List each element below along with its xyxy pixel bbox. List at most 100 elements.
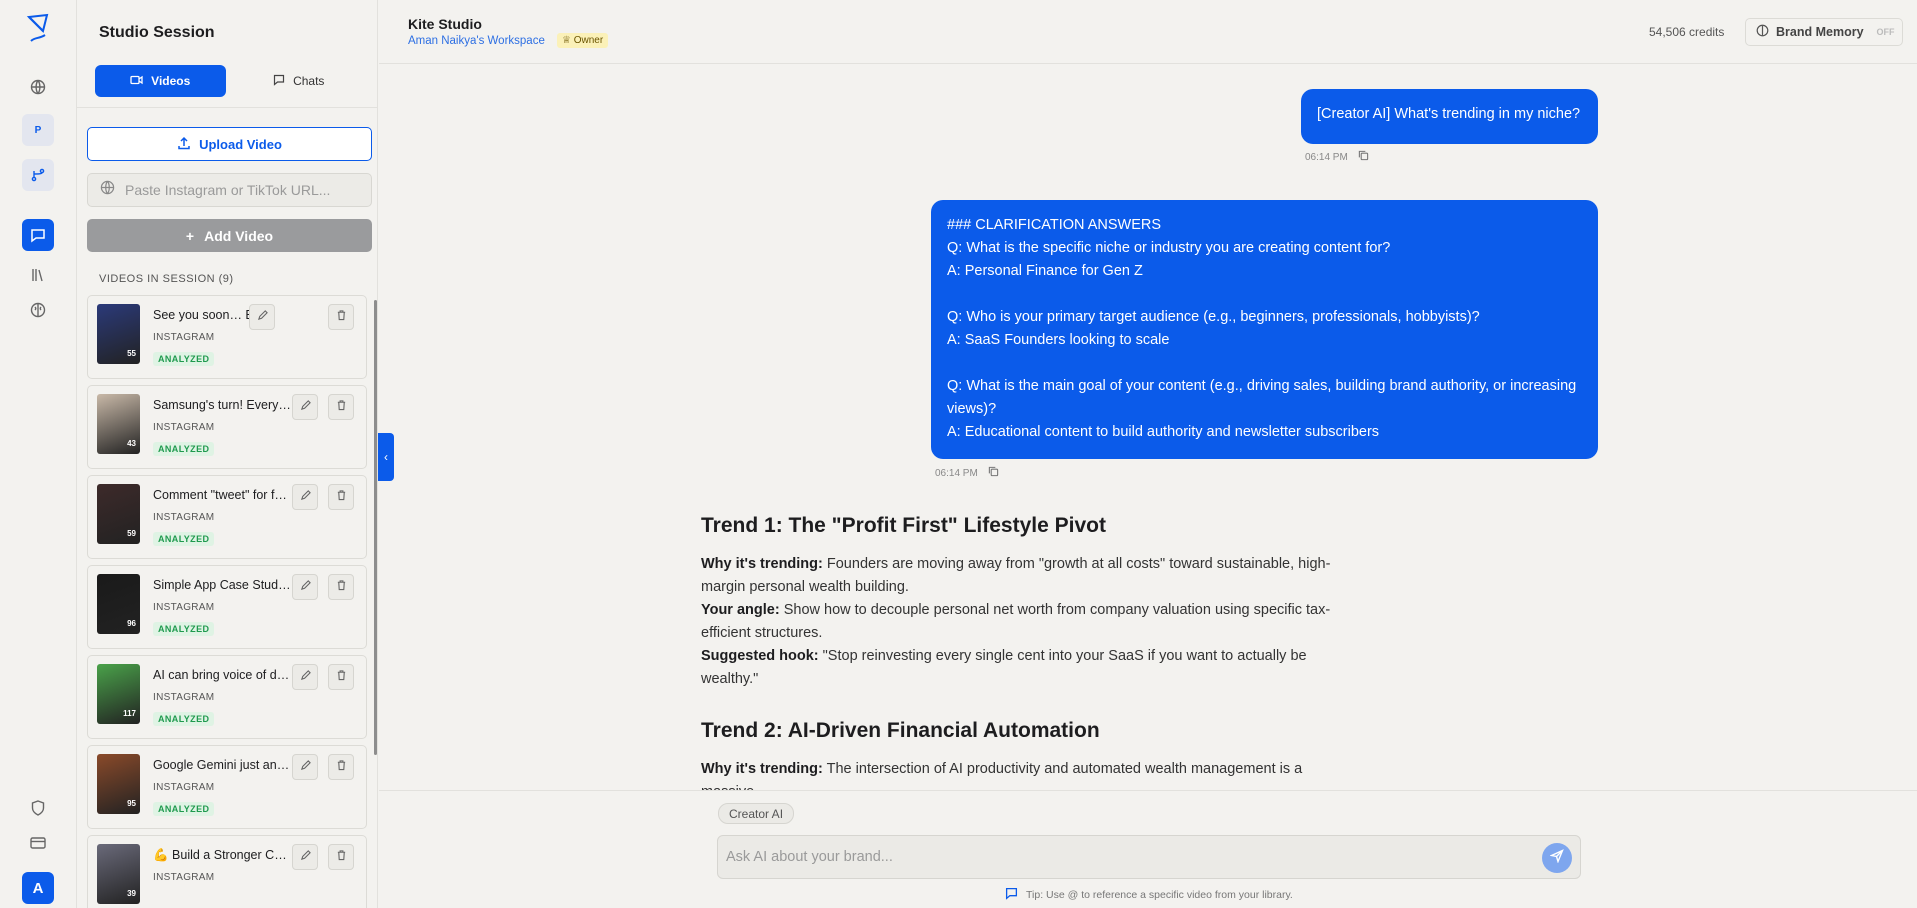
ask-input[interactable] <box>726 849 1526 865</box>
chat-bubble-icon <box>1005 887 1018 903</box>
video-thumbnail: 117 <box>97 664 140 724</box>
delete-button[interactable] <box>328 394 354 420</box>
credits-count: 54,506 credits <box>1649 25 1725 39</box>
creator-ai-chip[interactable]: Creator AI <box>718 803 795 824</box>
brand-memory-toggle[interactable]: Brand Memory OFF <box>1745 18 1903 46</box>
avatar[interactable]: A <box>22 872 54 904</box>
video-platform: INSTAGRAM <box>153 692 215 703</box>
pencil-icon <box>300 398 311 416</box>
trend-hook: Suggested hook: "Stop reinvesting every … <box>701 648 1307 687</box>
brain-icon[interactable] <box>22 294 54 326</box>
edit-button[interactable] <box>292 664 318 690</box>
video-camera-icon <box>130 74 143 88</box>
video-card[interactable]: 95 Google Gemini just ann… INSTAGRAM ANA… <box>87 745 367 829</box>
globe-icon[interactable] <box>22 71 54 103</box>
assistant-message: Trend 1: The "Profit First" Lifestyle Pi… <box>701 514 1351 790</box>
edit-button[interactable] <box>292 754 318 780</box>
video-count: 96 <box>127 619 136 628</box>
upload-icon <box>177 136 191 153</box>
chat-bubble-icon <box>273 74 285 89</box>
status-badge: ANALYZED <box>153 802 215 816</box>
trash-icon <box>336 398 347 416</box>
upload-video-button[interactable]: Upload Video <box>87 127 372 161</box>
video-card[interactable]: 59 Comment "tweet" for f… INSTAGRAM ANAL… <box>87 475 367 559</box>
video-card[interactable]: 96 Simple App Case Study… INSTAGRAM ANAL… <box>87 565 367 649</box>
card-icon[interactable] <box>22 827 54 859</box>
video-title: Comment "tweet" for f… <box>153 488 287 502</box>
project-p-icon[interactable]: P <box>22 114 54 146</box>
pencil-icon <box>300 578 311 596</box>
tab-chats[interactable]: Chats <box>234 65 365 97</box>
video-thumbnail: 55 <box>97 304 140 364</box>
trash-icon <box>336 848 347 866</box>
edit-button[interactable] <box>292 484 318 510</box>
crown-icon: ♕ <box>562 35 571 46</box>
pencil-icon <box>257 308 268 326</box>
video-platform: INSTAGRAM <box>153 872 215 883</box>
delete-button[interactable] <box>328 754 354 780</box>
edit-button[interactable] <box>249 304 275 330</box>
video-title: Google Gemini just ann… <box>153 758 293 772</box>
sidebar-tabs: Videos Chats <box>95 65 364 97</box>
trash-icon <box>336 488 347 506</box>
url-input-wrapper <box>87 173 372 207</box>
video-thumbnail: 39 <box>97 844 140 904</box>
delete-button[interactable] <box>328 574 354 600</box>
chat-composer: Creator AI Tip: Use @ to reference a spe… <box>379 790 1917 908</box>
branch-icon[interactable] <box>22 159 54 191</box>
status-badge: ANALYZED <box>153 532 215 546</box>
video-card[interactable]: 55 See you soon… ET INSTAGRAM ANALYZED <box>87 295 367 379</box>
edit-button[interactable] <box>292 394 318 420</box>
library-icon[interactable] <box>22 259 54 291</box>
user-message: ### CLARIFICATION ANSWERS Q: What is the… <box>931 200 1598 459</box>
studio-title: Kite Studio <box>408 16 482 32</box>
video-thumbnail: 96 <box>97 574 140 634</box>
delete-button[interactable] <box>328 664 354 690</box>
icon-rail: P A <box>0 0 77 908</box>
delete-button[interactable] <box>328 844 354 870</box>
copy-icon[interactable] <box>988 466 999 480</box>
copy-icon[interactable] <box>1358 150 1369 164</box>
divider <box>77 107 377 108</box>
video-card[interactable]: 39 💪 Build a Stronger Ch… INSTAGRAM <box>87 835 367 908</box>
video-title: AI can bring voice of de… <box>153 668 293 682</box>
video-count: 39 <box>127 889 136 898</box>
message-meta: 06:14 PM <box>1305 150 1369 164</box>
video-count: 43 <box>127 439 136 448</box>
add-video-button[interactable]: + Add Video <box>87 219 372 252</box>
send-icon <box>1549 848 1564 868</box>
edit-button[interactable] <box>292 574 318 600</box>
send-button[interactable] <box>1542 843 1572 873</box>
videos-section-label: VIDEOS IN SESSION (9) <box>99 273 234 285</box>
video-card[interactable]: 43 Samsung's turn! Every … INSTAGRAM ANA… <box>87 385 367 469</box>
brain-icon <box>1756 24 1769 40</box>
trend-why: Why it's trending: The intersection of A… <box>701 761 1303 790</box>
chat-icon[interactable] <box>22 219 54 251</box>
session-sidebar: Studio Session Videos Chats Upload Video… <box>77 0 378 908</box>
composer-tip: Tip: Use @ to reference a specific video… <box>1005 887 1293 903</box>
tab-videos[interactable]: Videos <box>95 65 226 97</box>
video-card[interactable]: 117 AI can bring voice of de… INSTAGRAM … <box>87 655 367 739</box>
video-thumbnail: 59 <box>97 484 140 544</box>
pencil-icon <box>300 758 311 776</box>
video-title: Samsung's turn! Every … <box>153 398 293 412</box>
trend-heading: Trend 1: The "Profit First" Lifestyle Pi… <box>701 514 1106 537</box>
pencil-icon <box>300 488 311 506</box>
delete-button[interactable] <box>328 304 354 330</box>
status-badge: ANALYZED <box>153 622 215 636</box>
status-badge: ANALYZED <box>153 442 215 456</box>
delete-button[interactable] <box>328 484 354 510</box>
kite-logo-icon[interactable] <box>22 12 54 44</box>
edit-button[interactable] <box>292 844 318 870</box>
pencil-icon <box>300 848 311 866</box>
message-meta: 06:14 PM <box>935 466 999 480</box>
trash-icon <box>336 308 347 326</box>
trash-icon <box>336 668 347 686</box>
video-count: 59 <box>127 529 136 538</box>
sidebar-scrollbar[interactable] <box>374 300 377 755</box>
top-header: Kite Studio Aman Naikya's Workspace ♕ Ow… <box>379 0 1917 64</box>
shield-icon[interactable] <box>22 792 54 824</box>
url-input[interactable] <box>125 182 355 198</box>
plus-icon: + <box>185 227 195 244</box>
workspace-link[interactable]: Aman Naikya's Workspace <box>408 35 545 47</box>
